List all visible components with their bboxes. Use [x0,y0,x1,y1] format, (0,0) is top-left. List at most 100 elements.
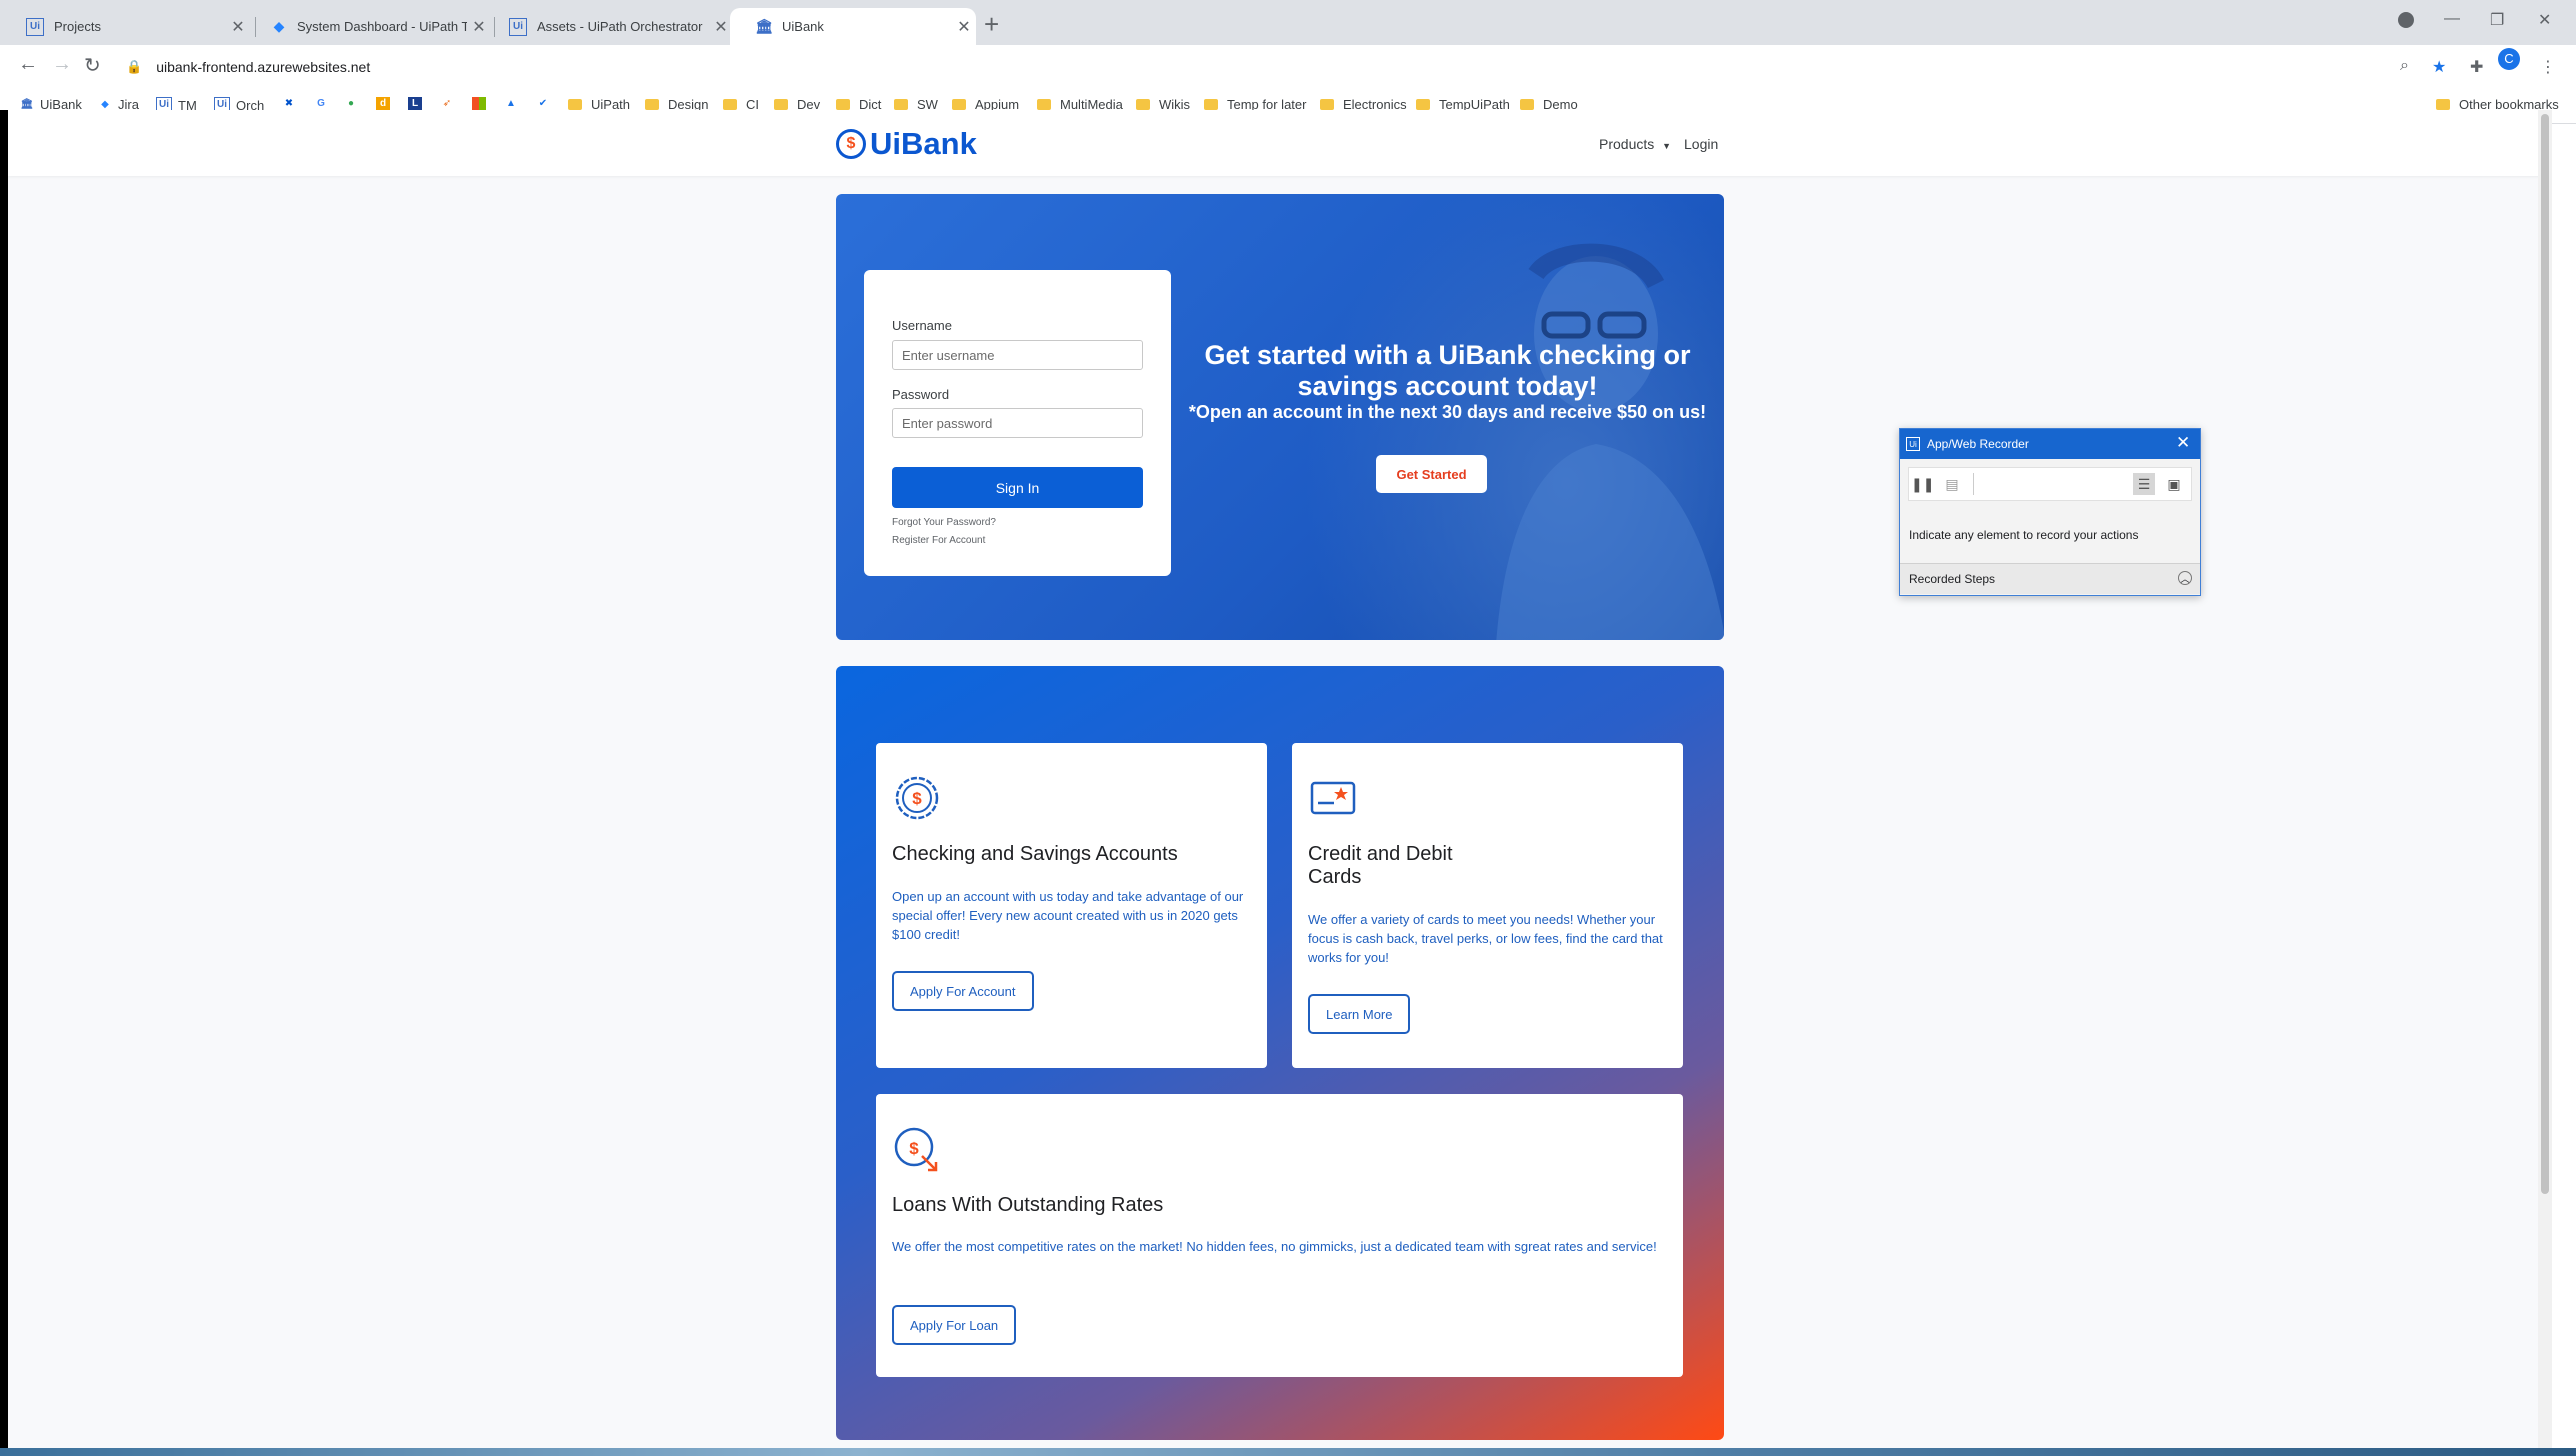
password-label: Password [892,387,950,402]
login-card: Username Password Sign In Forgot Your Pa… [864,270,1171,576]
card-text: We offer a variety of cards to meet you … [1308,912,1663,965]
bookmark-google[interactable]: G [314,97,334,111]
profile-avatar[interactable]: C [2498,48,2520,70]
card-title: Checking and Savings Accounts [892,843,1178,865]
credit-debit-card: Credit and Debit Cards We offer a variet… [1292,743,1683,1068]
close-icon[interactable]: ✕ [2176,433,2190,453]
app-icon: d [376,97,390,111]
nav-products-label: Products [1599,136,1655,152]
username-input[interactable] [892,340,1143,370]
jira-icon: ◆ [273,18,285,34]
bookmark-maps[interactable]: ● [344,97,364,111]
card-text: We offer the most competitive rates on t… [892,1239,1657,1254]
bank-icon: 🏛 [755,18,773,34]
uipath-icon: Ui [26,17,44,36]
google-icon: G [317,98,325,109]
hero-title: Get started with a UiBank checking or sa… [1204,340,1691,401]
loans-card: $ Loans With Outstanding Rates We offer … [876,1094,1683,1377]
recorder-title-bar[interactable]: Ui App/Web Recorder ✕ [1900,429,2200,459]
caret-down-icon: ▼ [1662,141,1672,151]
apply-for-account-button[interactable]: Apply For Account [892,971,1034,1011]
dollar-logo-icon: $ [836,129,866,159]
nav-login-link[interactable]: Login [1684,136,1718,152]
back-icon[interactable]: ← [18,53,38,76]
recorded-steps-panel[interactable]: Recorded Steps ︿ [1900,563,2200,594]
list-view-icon[interactable]: ☰ [2133,473,2155,495]
chevron-up-icon[interactable]: ︿ [2178,571,2192,585]
folder-icon [1204,99,1218,110]
page-scrollbar[interactable] [2538,110,2552,1448]
folder-icon [1520,99,1534,110]
apply-for-loan-button[interactable]: Apply For Loan [892,1305,1017,1345]
pause-icon[interactable]: ❚❚ [1911,473,1934,495]
forgot-password-link[interactable]: Forgot Your Password? [892,517,996,528]
credit-card-icon [1310,781,1356,815]
triangle-icon: ▲ [506,98,516,109]
folder-icon [1136,99,1150,110]
loan-rate-icon: $ [894,1127,938,1172]
hero-person-image [1496,243,1724,640]
settings-window-icon[interactable]: ▣ [2163,473,2185,495]
bookmark-app-4[interactable]: ▲ [504,97,524,111]
recorder-message: Indicate any element to record your acti… [1909,528,2139,542]
bookmark-app[interactable]: d [376,97,396,111]
svg-text:$: $ [912,789,922,808]
bookmark-star-icon[interactable]: ★ [2432,57,2446,77]
nav-products-dropdown[interactable]: Products ▼ [1599,136,1671,152]
confluence-icon: ✖ [284,98,294,109]
tab-title: System Dashboard - UiPath Test: [297,19,467,34]
bookmark-confluence[interactable]: ✖ [282,97,302,111]
site-logo[interactable]: $ UiBank [836,126,977,162]
extensions-icon[interactable]: ✚ [2470,57,2483,77]
hero-subtitle: *Open an account in the next 30 days and… [1188,402,1707,422]
uipath-icon: Ui [509,17,527,36]
zoom-icon[interactable]: ⌕ [2400,57,2409,75]
logo-text: UiBank [870,126,977,161]
folder-icon [1037,99,1051,110]
forward-icon[interactable]: → [52,53,72,76]
bookmark-app-2[interactable]: L [408,97,428,111]
folder-icon [774,99,788,110]
tab-uibank[interactable]: 🏛 UiBank ✕ [730,8,976,45]
check-icon: ✔ [538,98,548,109]
browser-tab-bar: Ui Projects ✕ ◆ System Dashboard - UiPat… [0,0,2576,45]
restore-icon[interactable]: ❐ [2490,10,2504,30]
save-icon[interactable]: ▤ [1941,473,1963,495]
bookmark-microsoft[interactable] [472,97,492,111]
toolbar-divider [1973,473,1974,495]
tab-assets-orchestrator[interactable]: Ui Assets - UiPath Orchestrator ✕ [483,8,733,45]
sign-in-button[interactable]: Sign In [892,467,1143,508]
address-bar[interactable]: 🔒 uibank-frontend.azurewebsites.net [116,51,2406,83]
card-title: Credit and Debit Cards [1308,843,1453,888]
folder-icon [952,99,966,110]
menu-icon[interactable]: ⋮ [2540,57,2556,77]
uipath-icon: Ui [1906,437,1920,451]
folder-icon [1320,99,1334,110]
recorded-steps-label: Recorded Steps [1909,572,1996,586]
maps-icon: ● [347,98,355,109]
dollar-badge-icon: $ [895,776,939,820]
close-window-icon[interactable]: ✕ [2538,10,2551,30]
tab-system-dashboard[interactable]: ◆ System Dashboard - UiPath Test: ✕ [245,8,491,45]
new-tab-icon[interactable]: + [984,11,999,37]
tab-projects[interactable]: Ui Projects ✕ [0,8,250,45]
minimize-icon[interactable]: — [2444,10,2460,28]
browser-toolbar: ← → ↻ 🔒 uibank-frontend.azurewebsites.ne… [0,45,2576,89]
tab-search-icon[interactable] [2398,12,2414,28]
hero-banner: Username Password Sign In Forgot Your Pa… [836,194,1724,640]
folder-icon [1416,99,1430,110]
password-input[interactable] [892,408,1143,438]
register-account-link[interactable]: Register For Account [892,535,985,546]
card-text: Open up an account with us today and tak… [892,889,1244,942]
bookmark-app-5[interactable]: ✔ [536,97,556,111]
tab-title: UiBank [782,19,824,34]
get-started-button[interactable]: Get Started [1376,455,1487,493]
lock-icon: 🔒 [126,59,143,74]
bookmark-app-3[interactable]: ➶ [440,97,460,111]
tab-title: Projects [54,19,101,34]
scrollbar-thumb[interactable] [2541,114,2549,1194]
close-tab-icon[interactable]: ✕ [952,17,976,37]
reload-icon[interactable]: ↻ [84,53,101,78]
learn-more-button[interactable]: Learn More [1308,994,1411,1034]
tab-title: Assets - UiPath Orchestrator [537,19,703,34]
